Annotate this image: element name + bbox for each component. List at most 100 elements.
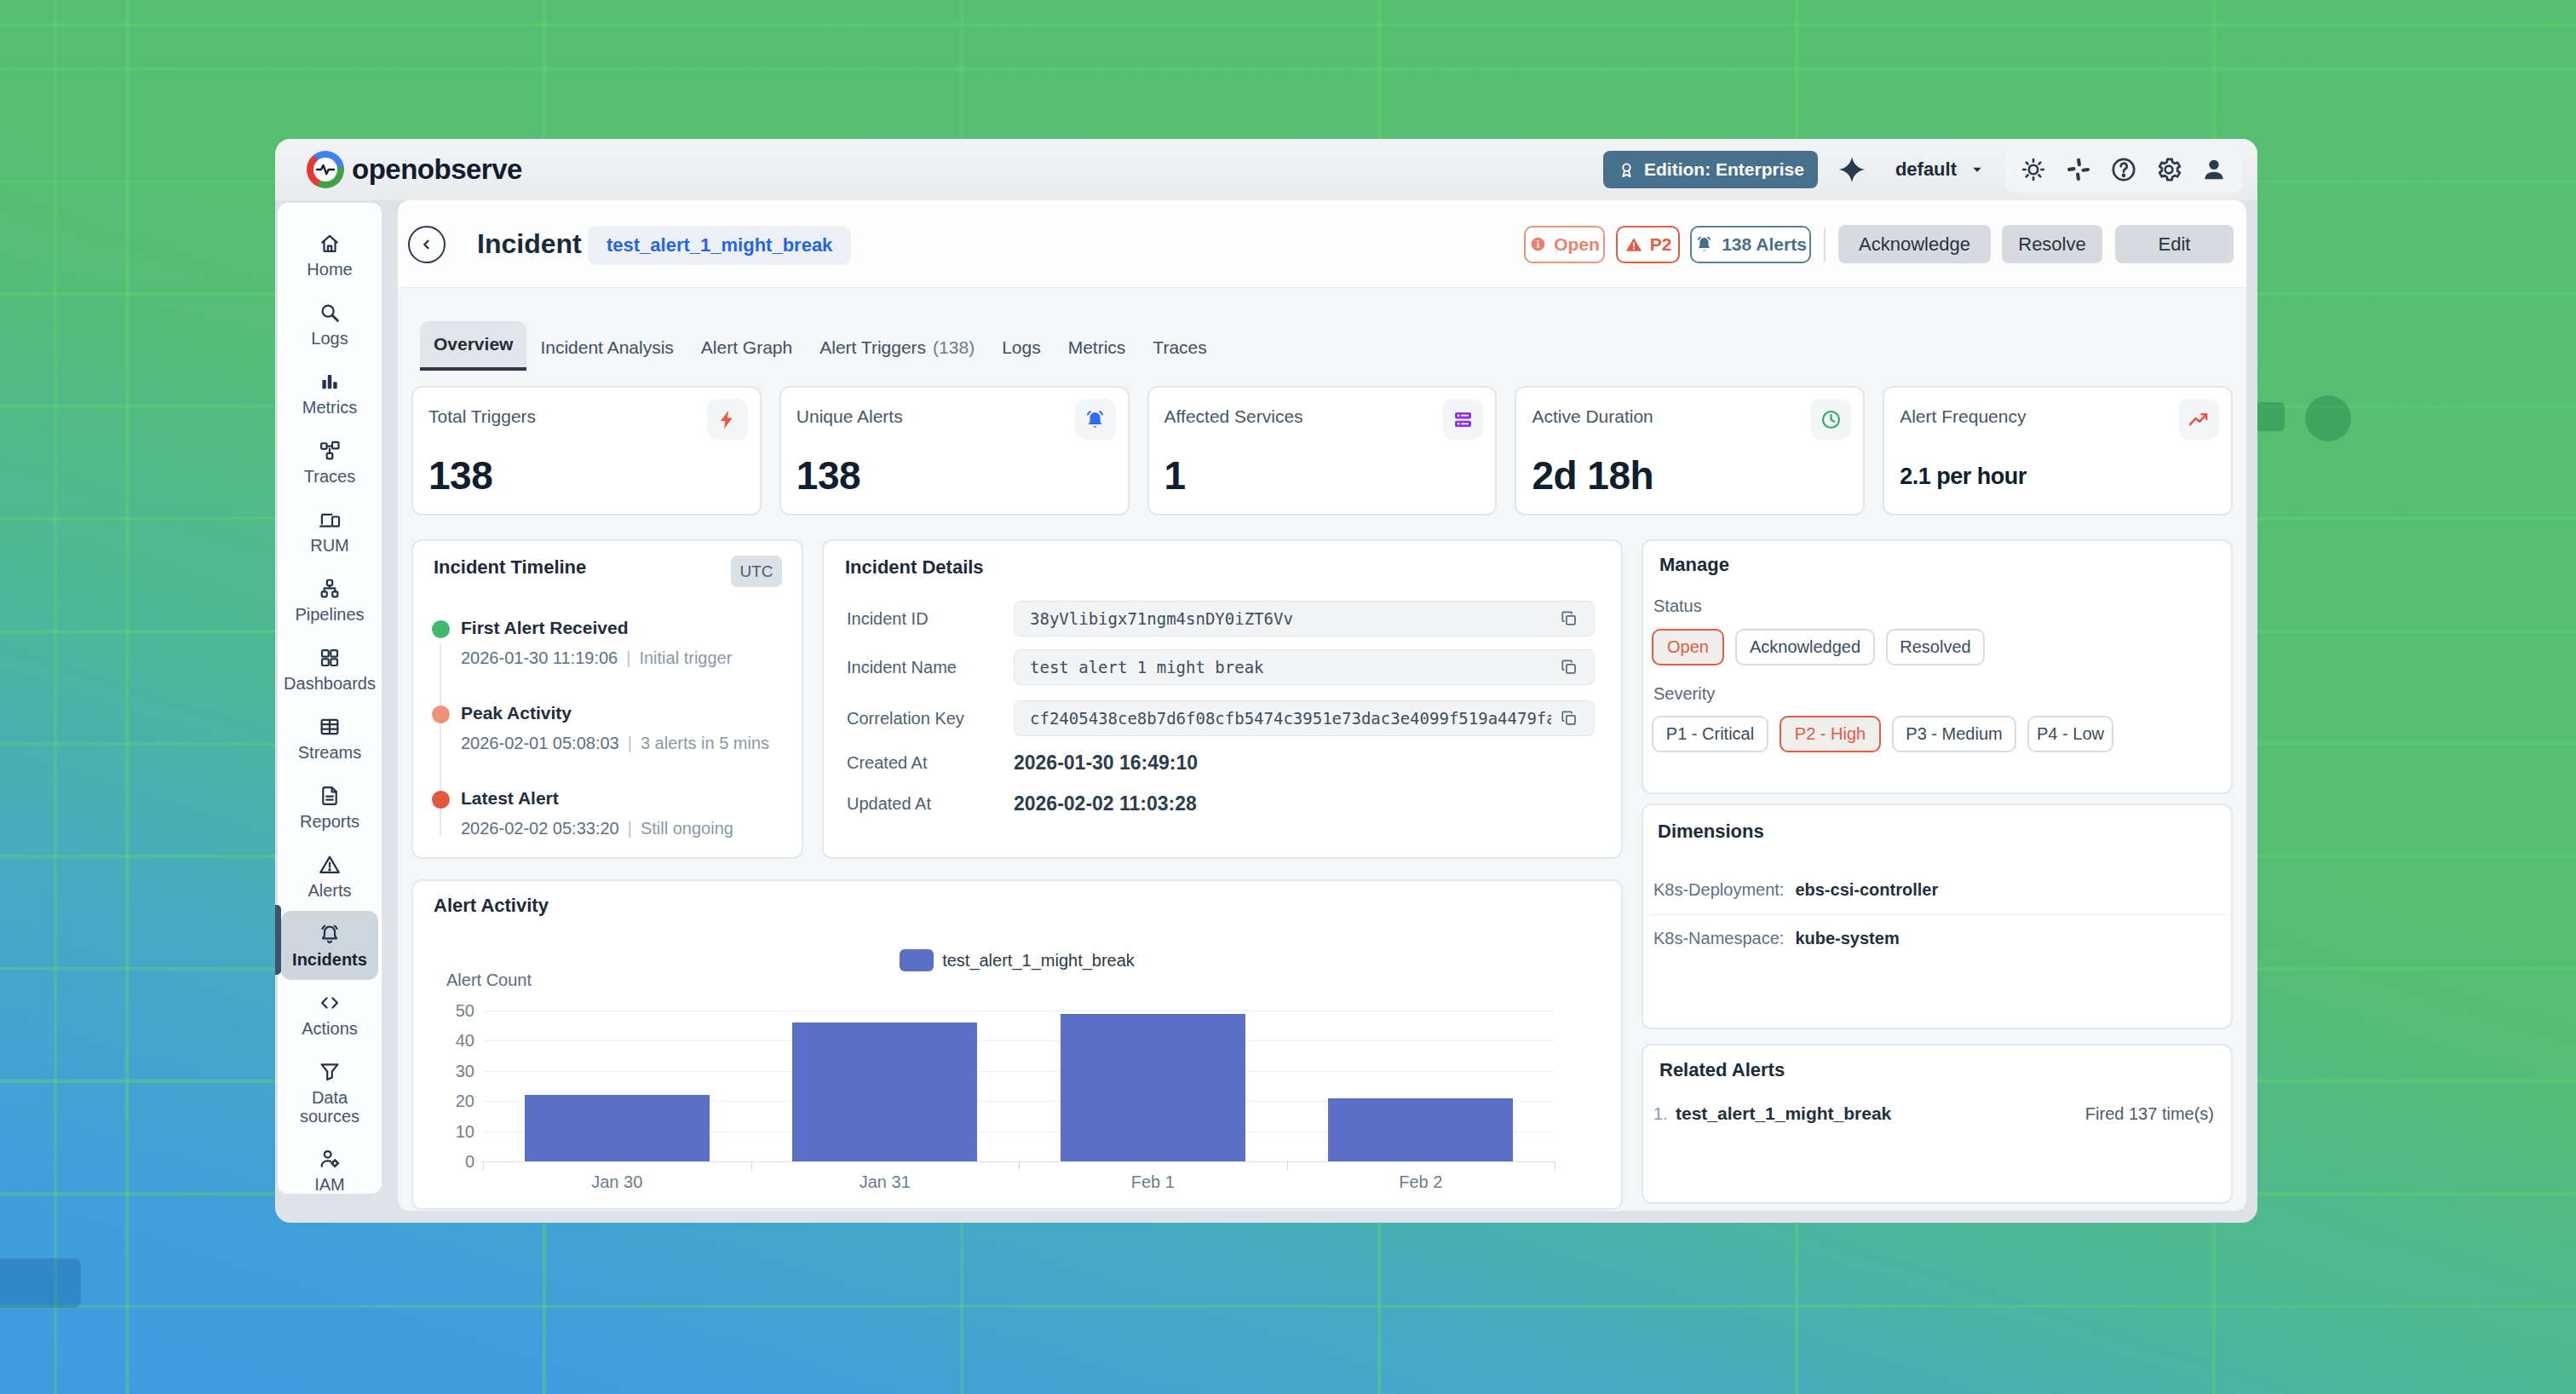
user-gear-icon [318,1147,342,1171]
chart-legend: test_alert_1_might_break [413,949,1621,971]
sidebar-item-metrics[interactable]: Metrics [281,359,378,428]
report-doc-icon [318,784,342,808]
chart-gridline [483,1040,1555,1041]
acknowledge-button[interactable]: Acknowledge [1838,225,1991,263]
sidebar-item-rum[interactable]: RUM [281,497,378,566]
trend-up-icon [2178,399,2219,440]
sparkle-icon[interactable] [1836,153,1868,186]
sidebar-item-logs[interactable]: Logs [281,290,378,359]
severity-badge[interactable]: P2 [1616,226,1680,263]
tab-alert-triggers[interactable]: Alert Triggers(138) [806,325,988,371]
option-p4---low[interactable]: P4 - Low [2027,716,2113,752]
status-label: Status [1653,596,1702,616]
chart-ytick: 0 [423,1152,474,1172]
sidebar-item-alerts[interactable]: Alerts [281,842,378,911]
dimension-row: K8s-Deployment:ebs-csi-controller [1653,875,2221,904]
account-icon[interactable] [2198,153,2230,186]
sidebar-item-incidents[interactable]: Incidents [281,911,378,980]
severity-options: P1 - Critical P2 - High P3 - Medium P4 - Lo… [1652,716,2113,752]
copy-icon[interactable] [1560,658,1578,677]
option-acknowledged[interactable]: Acknowledged [1735,629,1875,665]
tab-alert-graph[interactable]: Alert Graph [687,325,806,371]
chart-gridline [483,1071,1555,1072]
sidebar-item-streams[interactable]: Streams [281,704,378,773]
chart-ytick: 40 [423,1031,474,1051]
alerts-count-badge[interactable]: 138 Alerts [1690,226,1811,263]
dimensions-title: Dimensions [1658,821,1764,843]
severity-label: Severity [1653,684,1715,704]
wallpaper-decor-square [2256,402,2285,431]
sidebar-item-data-sources[interactable]: Datasources [281,1049,378,1136]
tab-traces[interactable]: Traces [1139,325,1220,371]
incident-timeline-card: Incident Timeline UTC First Alert Receiv… [411,539,803,859]
page-title: Incident [477,228,582,260]
help-icon[interactable] [2107,153,2140,186]
details-value-field[interactable]: test_alert_1_might_break [1014,649,1595,685]
sidebar-item-dashboards[interactable]: Dashboards [281,635,378,704]
tab-overview[interactable]: Overview [420,321,526,371]
bell-icon [1694,234,1714,254]
tab-metrics[interactable]: Metrics [1055,325,1140,371]
dimension-row: K8s-Namespace:kube-system [1653,924,2221,953]
apps-icon[interactable] [2062,153,2095,186]
monitor-icon [318,508,342,532]
chart-xlabel: Jan 30 [591,1172,642,1192]
tab-incident-analysis[interactable]: Incident Analysis [526,325,687,371]
timeline-event: Peak Activity2026-02-01 05:08:03|3 alert… [413,694,802,756]
chart-ytick: 10 [423,1121,474,1141]
sidebar-item-reports[interactable]: Reports [281,773,378,842]
edition-label: Edition: Enterprise [1644,159,1804,180]
org-selector[interactable]: default [1895,158,1986,181]
code-brackets-icon [318,991,342,1015]
brand-logo[interactable]: openobserve [307,151,522,188]
dashboard-grid-icon [318,646,342,670]
tab-logs[interactable]: Logs [988,325,1055,371]
bell-filled-icon [1075,399,1116,440]
resolve-button[interactable]: Resolve [2002,225,2102,263]
medal-icon [1617,160,1636,180]
sidebar-item-pipelines[interactable]: Pipelines [281,566,378,635]
warning-triangle-icon [1624,235,1643,254]
dimensions-card: Dimensions K8s-Deployment:ebs-csi-contro… [1642,804,2233,1029]
chart-bar-feb-1 [1061,1014,1245,1161]
sidebar-item-traces[interactable]: Traces [281,428,378,497]
option-p1---critical[interactable]: P1 - Critical [1652,716,1768,752]
copy-icon[interactable] [1560,609,1578,628]
stats-row: Total Triggers138Unique Alerts138Affecte… [411,386,2233,516]
option-p2---high[interactable]: P2 - High [1780,716,1881,752]
copy-icon[interactable] [1560,709,1578,728]
wallpaper-decor-rect [0,1259,81,1308]
option-resolved[interactable]: Resolved [1886,629,1985,665]
details-value-field[interactable]: 38yVlibigx71ngm4snDY0iZT6Vv [1014,601,1595,637]
sidebar-item-actions[interactable]: Actions [281,980,378,1049]
back-button[interactable] [408,226,446,263]
topbar-icon-tray [2005,147,2242,193]
brand-name: openobserve [352,153,522,186]
sidebar-item-iam[interactable]: IAM [281,1136,378,1205]
stat-card-active-duration: Active Duration2d 18h [1515,386,1865,516]
manage-title: Manage [1659,554,1729,576]
home-icon [318,232,342,256]
related-alert-row[interactable]: 1.test_alert_1_might_breakFired 137 time… [1653,1098,2214,1129]
chart-xlabel: Feb 1 [1131,1172,1175,1192]
chart-title: Alert Activity [434,895,549,917]
status-badge[interactable]: Open [1524,226,1605,263]
sidebar-item-home[interactable]: Home [281,221,378,290]
topbar: openobserve Edition: Enterprise default [275,139,2257,200]
details-value-field[interactable]: cf2405438ce8b7d6f08cfb5474c3951e73dac3e4… [1014,700,1595,736]
option-open[interactable]: Open [1652,629,1724,665]
legend-swatch [900,949,934,971]
info-circle-icon [1529,235,1547,253]
lightning-icon [707,399,748,440]
edition-badge[interactable]: Edition: Enterprise [1603,151,1818,188]
details-row-updated-at: Updated At2026-02-02 11:03:28 [824,789,1621,818]
page-header: Incident test_alert_1_might_break Open P… [398,200,2246,288]
theme-light-icon[interactable] [2017,153,2050,186]
related-alerts-card: Related Alerts 1.test_alert_1_might_brea… [1642,1044,2233,1204]
incident-name-link[interactable]: test_alert_1_might_break [588,226,851,265]
chart-ytick: 20 [423,1092,474,1111]
settings-icon[interactable] [2153,153,2185,186]
stat-card-affected-services: Affected Services1 [1147,386,1498,516]
edit-button[interactable]: Edit [2115,225,2234,263]
option-p3---medium[interactable]: P3 - Medium [1892,716,2016,752]
